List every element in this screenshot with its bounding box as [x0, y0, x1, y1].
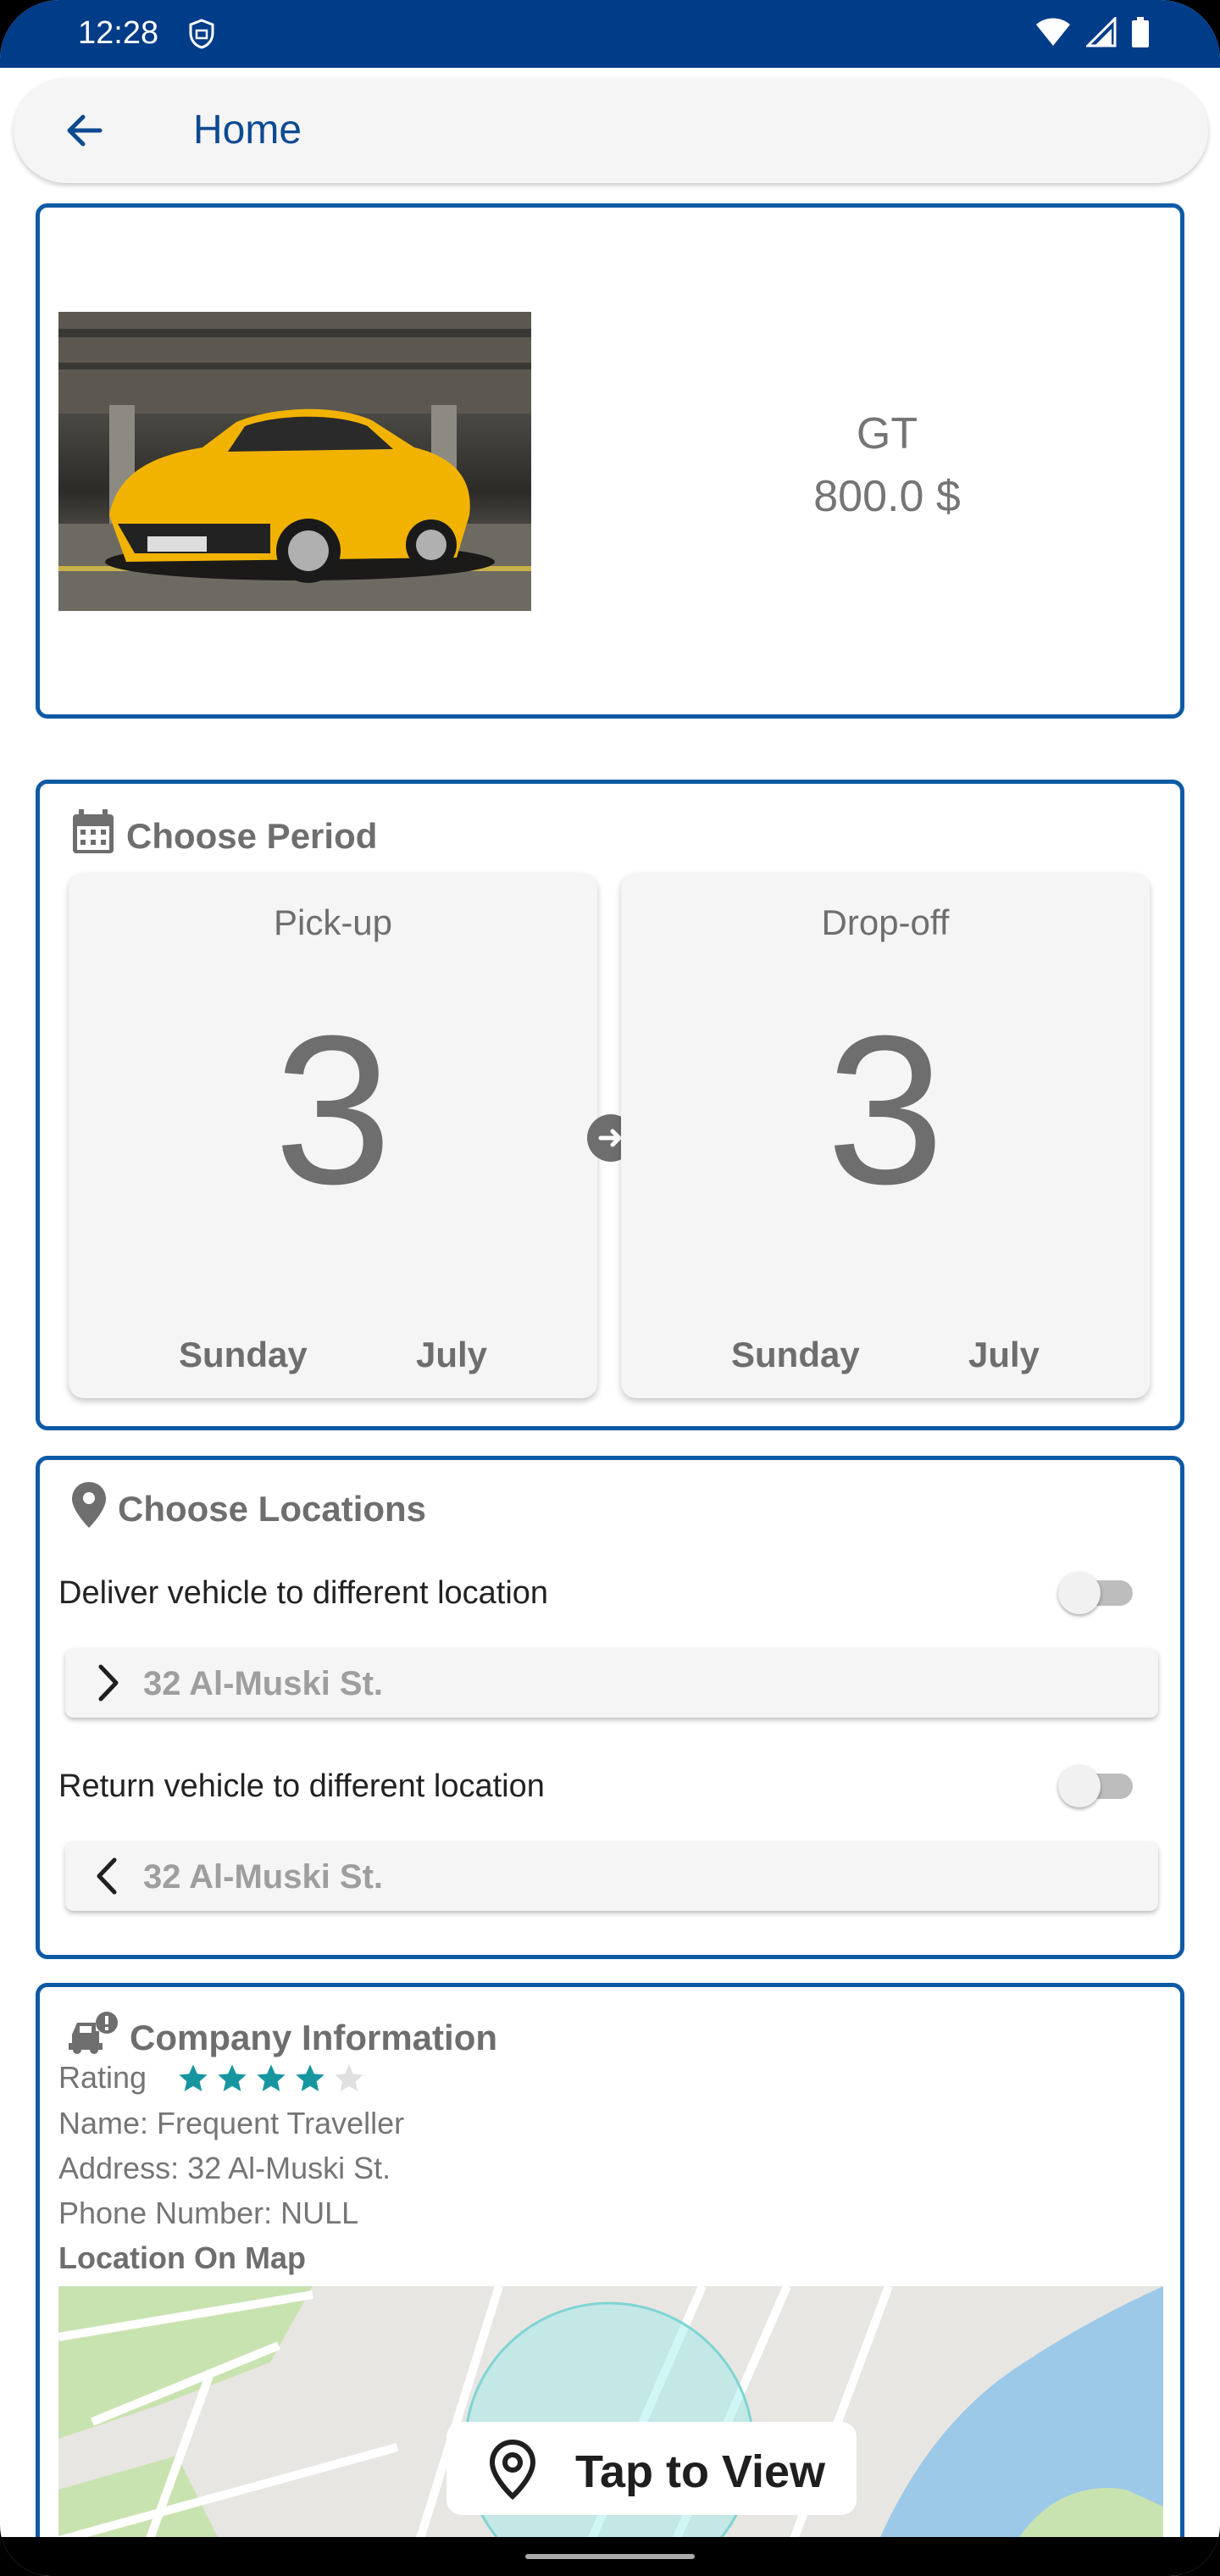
signal-icon: [1084, 15, 1117, 52]
locations-heading-text: Choose Locations: [118, 1489, 427, 1529]
map-pin-icon: [485, 2439, 540, 2504]
back-arrow-icon[interactable]: [58, 103, 112, 158]
car-name: GT: [856, 409, 918, 458]
star-filled-icon: [218, 2064, 247, 2091]
calendar-icon: [70, 808, 116, 865]
company-address: Address: 32 Al-Muski St.: [58, 2151, 391, 2185]
star-filled-icon: [257, 2064, 286, 2091]
rating-stars: [175, 2062, 367, 2096]
company-card: Company Information Rating Name: Frequen…: [36, 1983, 1184, 2576]
deliver-toggle-knob: [1058, 1572, 1101, 1614]
chevron-right-icon: [89, 1663, 128, 1702]
location-map[interactable]: Tap to View: [58, 2286, 1163, 2557]
deliver-address-text: 32 Al-Muski St.: [143, 1665, 384, 1702]
dropoff-label: Drop-off: [821, 902, 950, 942]
period-heading-text: Choose Period: [126, 816, 378, 856]
map-label: Location On Map: [58, 2240, 306, 2275]
locations-card: Choose Locations Deliver vehicle to diff…: [36, 1456, 1184, 1959]
dropoff-weekday: Sunday: [731, 1335, 860, 1374]
status-icons: [1035, 15, 1149, 52]
car-price: 800.0 $: [813, 472, 961, 521]
home-gesture-pill[interactable]: [525, 2554, 695, 2559]
location-pin-icon: [70, 1480, 108, 1538]
dropoff-day-number: 3: [826, 991, 945, 1228]
car-image: [58, 312, 531, 611]
rating-label: Rating: [58, 2060, 147, 2095]
deliver-label: Deliver vehicle to different location: [58, 1575, 549, 1611]
deliver-address-field[interactable]: 32 Al-Muski St.: [65, 1648, 1158, 1718]
period-card: Choose Period Pick-up 3 Sunday July Drop…: [36, 780, 1184, 1430]
pickup-label: Pick-up: [273, 902, 393, 942]
chevron-left-icon: [89, 1857, 128, 1896]
return-address-field[interactable]: 32 Al-Muski St.: [65, 1841, 1158, 1911]
pickup-month: July: [416, 1335, 488, 1374]
locations-heading: Choose Locations: [70, 1480, 426, 1538]
star-filled-icon: [296, 2064, 324, 2091]
wifi-icon: [1035, 17, 1071, 52]
page-title: Home: [193, 108, 302, 153]
tap-to-view-button[interactable]: Tap to View: [446, 2422, 857, 2515]
status-time: 12:28: [78, 15, 159, 51]
pickup-day-number: 3: [274, 991, 392, 1228]
car-card[interactable]: GT 800.0 $: [36, 203, 1184, 719]
period-heading: Choose Period: [70, 808, 377, 865]
phone-screen: 12:28 Home GT 800.0 $ Choose Period Pick…: [0, 0, 1220, 2576]
pickup-weekday: Sunday: [179, 1335, 308, 1374]
app-bar: Home: [14, 78, 1208, 183]
deliver-toggle[interactable]: [1058, 1568, 1136, 1616]
status-bar: 12:28: [0, 0, 1220, 68]
return-address-text: 32 Al-Muski St.: [143, 1858, 384, 1896]
pickup-date-card[interactable]: Pick-up 3 Sunday July: [69, 873, 597, 1398]
company-heading-text: Company Information: [130, 2018, 498, 2057]
shield-icon: [188, 19, 215, 53]
return-toggle[interactable]: [1058, 1762, 1136, 1809]
return-toggle-knob: [1058, 1765, 1101, 1807]
nav-bar: [0, 2537, 1220, 2576]
return-label: Return vehicle to different location: [58, 1768, 545, 1804]
battery-icon: [1132, 17, 1149, 52]
star-filled-icon: [179, 2064, 208, 2091]
company-name: Name: Frequent Traveller: [58, 2106, 405, 2140]
company-phone: Phone Number: NULL: [58, 2196, 359, 2230]
dropoff-date-card[interactable]: Drop-off 3 Sunday July: [621, 873, 1150, 1398]
company-heading: Company Information: [69, 2011, 497, 2065]
dropoff-month: July: [968, 1335, 1040, 1374]
tap-to-view-text: Tap to View: [575, 2446, 826, 2497]
company-car-alert-icon: [69, 2011, 119, 2065]
car-info: GT 800.0 $: [777, 402, 997, 528]
star-empty-icon: [335, 2064, 363, 2091]
